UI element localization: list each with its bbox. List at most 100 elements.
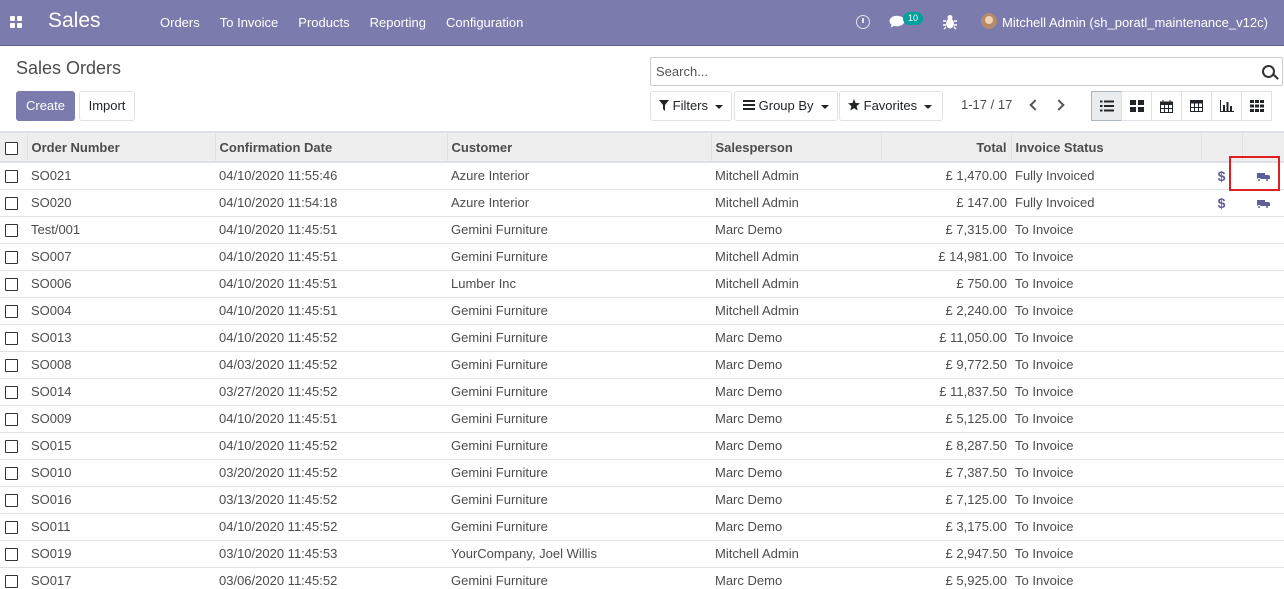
cell-confirmation-date: 04/10/2020 11:55:46: [219, 168, 338, 184]
app-brand[interactable]: Sales: [48, 9, 101, 33]
cell-confirmation-date: 04/10/2020 11:45:51: [219, 276, 338, 291]
table-row[interactable]: SO020 04/10/2020 11:54:18 Azure Interior Mi…: [0, 189, 1284, 216]
filters-label: Filters: [672, 98, 709, 113]
column-header-total[interactable]: Total: [880, 131, 1011, 163]
table-row[interactable]: SO019 03/10/2020 11:45:53 YourCompany, Joe…: [0, 540, 1284, 567]
row-checkbox[interactable]: [5, 575, 18, 589]
cell-total: £ 11,050.00: [939, 330, 1007, 345]
row-checkbox[interactable]: [5, 170, 18, 184]
table-row[interactable]: SO017 03/06/2020 11:45:52 Gemini Furniture…: [0, 567, 1284, 589]
table-row[interactable]: Test/001 04/10/2020 11:45:51 Gemini Furnit…: [0, 216, 1284, 243]
dollar-icon[interactable]: $: [1218, 195, 1226, 211]
cell-salesperson: Marc Demo: [715, 411, 783, 426]
cell-customer: Gemini Furniture: [451, 303, 548, 318]
table-row[interactable]: SO010 03/20/2020 11:45:52 Gemini Furniture…: [0, 459, 1284, 486]
row-checkbox[interactable]: [5, 224, 18, 238]
row-checkbox[interactable]: [5, 332, 18, 346]
row-select-cell: [0, 540, 27, 567]
cell-invoice-status: To Invoice: [1015, 222, 1074, 237]
row-checkbox[interactable]: [5, 413, 18, 427]
row-action-cell-2: [1242, 324, 1284, 351]
cell-customer: Azure Interior: [451, 168, 530, 184]
cell-total: £ 9,772.50: [945, 357, 1007, 372]
user-menu[interactable]: Mitchell Admin (sh_poratl_maintenance_v1…: [1002, 0, 1268, 45]
table-row[interactable]: SO007 04/10/2020 11:45:51 Gemini Furniture…: [0, 243, 1284, 270]
search-icon[interactable]: [1262, 65, 1275, 78]
row-checkbox[interactable]: [5, 548, 18, 562]
activity-view-icon[interactable]: [1241, 91, 1272, 121]
favorites-dropdown[interactable]: Favorites: [839, 91, 943, 121]
cell-order-number: SO014: [31, 384, 72, 399]
menu-products[interactable]: Products: [288, 0, 359, 46]
menu-configuration[interactable]: Configuration: [436, 0, 533, 46]
list-view-icon[interactable]: [1091, 91, 1122, 121]
column-header-customer[interactable]: Customer: [446, 131, 711, 163]
cell-customer: Gemini Furniture: [451, 573, 548, 588]
pager-next-icon[interactable]: [1055, 98, 1065, 114]
calendar-view-icon[interactable]: [1151, 91, 1182, 121]
pivot-view-icon[interactable]: [1181, 91, 1212, 121]
menu-orders[interactable]: Orders: [150, 0, 210, 46]
pager-value[interactable]: 1-17 / 17: [961, 97, 1012, 112]
row-action-cell-2: [1242, 351, 1284, 378]
main-menu: Orders To Invoice Products Reporting Con…: [150, 0, 533, 46]
cell-total: £ 7,125.00: [945, 492, 1007, 507]
column-header-order-number[interactable]: Order Number: [26, 131, 215, 163]
pager-previous-icon[interactable]: [1028, 98, 1038, 114]
dollar-icon[interactable]: $: [1218, 168, 1226, 184]
row-checkbox[interactable]: [5, 467, 18, 481]
row-checkbox[interactable]: [5, 197, 18, 211]
table-row[interactable]: SO013 04/10/2020 11:45:52 Gemini Furniture…: [0, 324, 1284, 351]
graph-view-icon[interactable]: [1211, 91, 1242, 121]
search-input[interactable]: [651, 58, 1241, 85]
create-button[interactable]: Create: [16, 91, 75, 121]
filters-dropdown[interactable]: Filters: [650, 91, 732, 121]
debug-bug-icon[interactable]: [943, 14, 957, 30]
table-row[interactable]: SO011 04/10/2020 11:45:52 Gemini Furniture…: [0, 513, 1284, 540]
table-row[interactable]: SO015 04/10/2020 11:45:52 Gemini Furniture…: [0, 432, 1284, 459]
cell-total: £ 1,470.00: [945, 168, 1007, 184]
truck-icon[interactable]: [1256, 199, 1270, 209]
row-checkbox[interactable]: [5, 494, 18, 508]
user-avatar[interactable]: [981, 13, 997, 29]
column-header-invoice-status[interactable]: Invoice Status: [1010, 131, 1201, 163]
chevron-down-icon: [715, 104, 724, 109]
cell-invoice-status: To Invoice: [1015, 384, 1074, 399]
row-action-cell-1: [1201, 513, 1242, 540]
cell-order-number: SO011: [31, 519, 71, 534]
row-action-cell-1: [1201, 243, 1242, 270]
row-checkbox[interactable]: [5, 521, 18, 535]
table-row[interactable]: SO008 04/03/2020 11:45:52 Gemini Furniture…: [0, 351, 1284, 378]
table-row[interactable]: SO004 04/10/2020 11:45:51 Gemini Furniture…: [0, 297, 1284, 324]
cell-invoice-status: To Invoice: [1015, 303, 1074, 318]
kanban-view-icon[interactable]: [1121, 91, 1152, 121]
app-grid-icon[interactable]: [10, 16, 23, 29]
cell-invoice-status: Fully Invoiced: [1015, 195, 1095, 210]
row-action-cell-2: [1242, 162, 1284, 189]
menu-reporting[interactable]: Reporting: [360, 0, 436, 46]
group-by-dropdown[interactable]: Group By: [734, 91, 838, 121]
menu-to-invoice[interactable]: To Invoice: [210, 0, 289, 46]
row-action-cell-2: [1242, 540, 1284, 567]
row-checkbox[interactable]: [5, 386, 18, 400]
star-icon: [848, 99, 860, 111]
table-row[interactable]: SO021 04/10/2020 11:55:46 Azure Interior Mi…: [0, 162, 1284, 189]
row-checkbox[interactable]: [5, 359, 18, 373]
column-header-salesperson[interactable]: Salesperson: [710, 131, 881, 163]
select-all-checkbox[interactable]: [5, 141, 18, 155]
cell-confirmation-date: 04/10/2020 11:45:52: [219, 519, 338, 534]
row-checkbox[interactable]: [5, 278, 18, 292]
row-checkbox[interactable]: [5, 251, 18, 265]
row-select-cell: [0, 486, 27, 513]
table-row[interactable]: SO009 04/10/2020 11:45:51 Gemini Furniture…: [0, 405, 1284, 432]
import-button[interactable]: Import: [79, 91, 135, 121]
table-row[interactable]: SO006 04/10/2020 11:45:51 Lumber Inc Mitche…: [0, 270, 1284, 297]
row-checkbox[interactable]: [5, 440, 18, 454]
table-row[interactable]: SO016 03/13/2020 11:45:52 Gemini Furniture…: [0, 486, 1284, 513]
cell-salesperson: Marc Demo: [715, 573, 783, 588]
row-checkbox[interactable]: [5, 305, 18, 319]
table-row[interactable]: SO014 03/27/2020 11:45:52 Gemini Furniture…: [0, 378, 1284, 405]
column-header-confirmation-date[interactable]: Confirmation Date: [214, 131, 447, 163]
activity-clock-icon[interactable]: [856, 15, 870, 29]
truck-icon[interactable]: [1256, 172, 1270, 182]
